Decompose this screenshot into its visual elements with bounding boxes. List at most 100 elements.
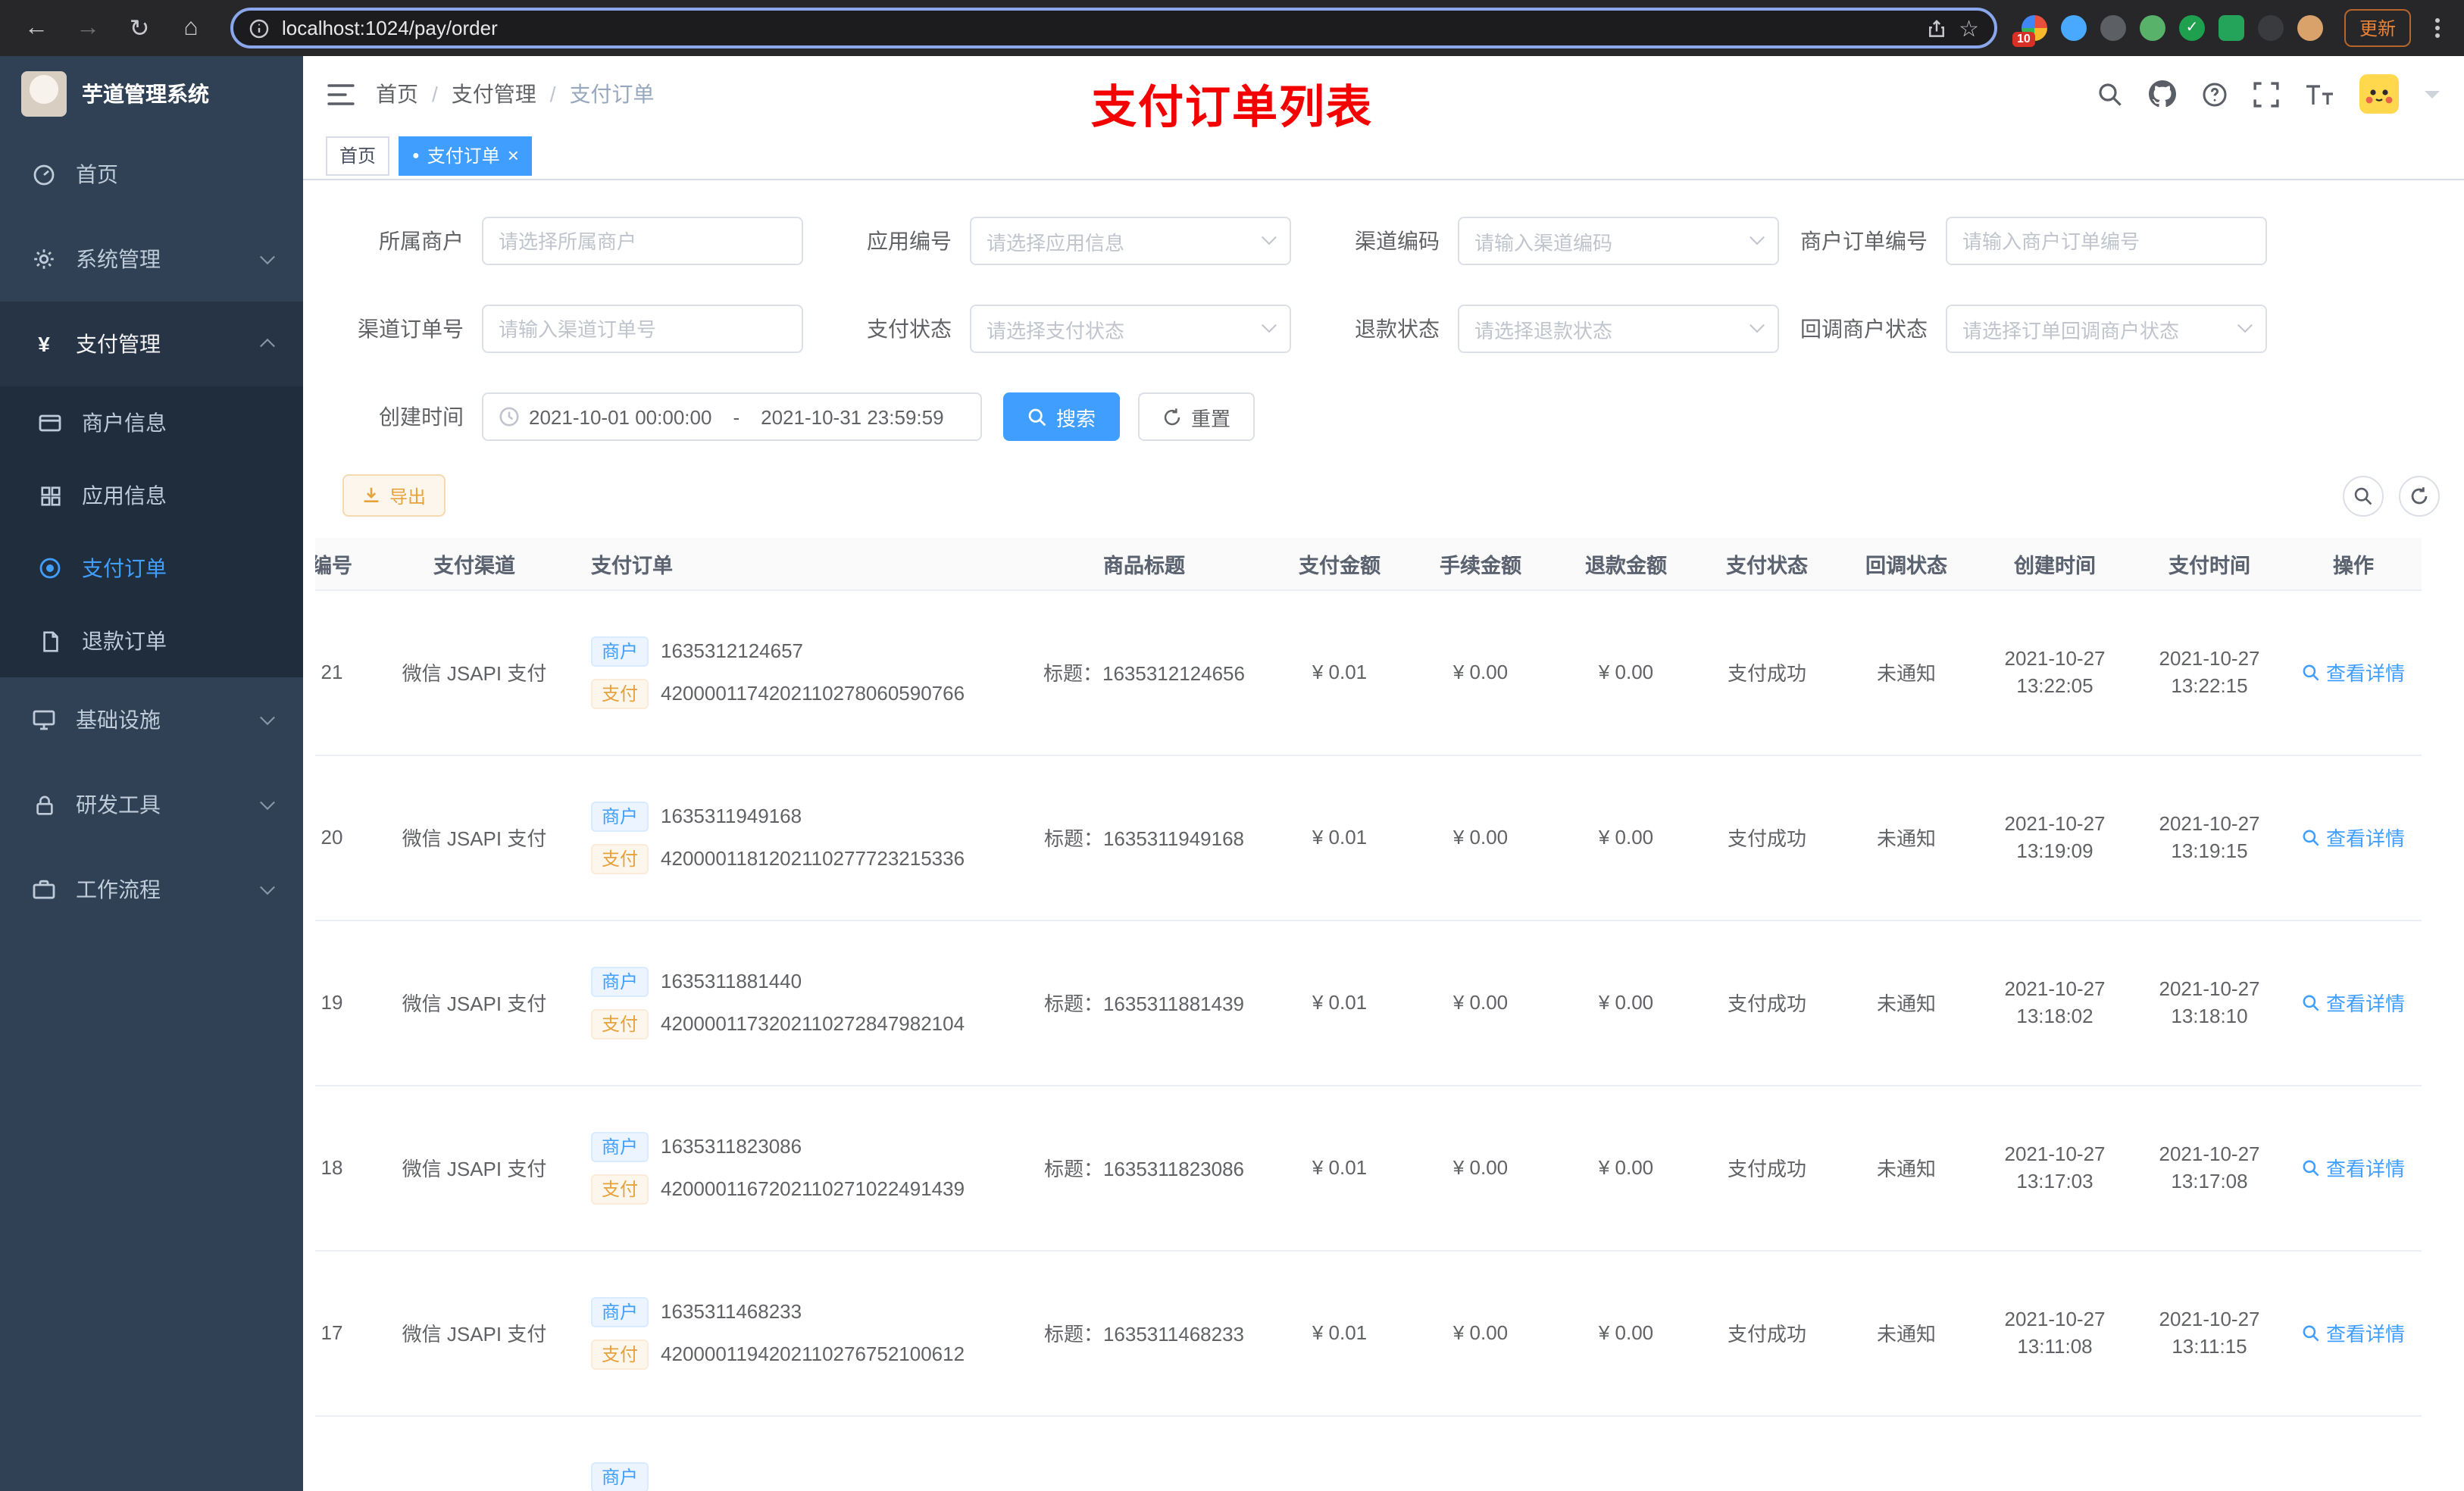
address-bar[interactable]: localhost:1024/pay/order ☆: [230, 8, 1997, 48]
sidebar-item-app-info[interactable]: 应用信息: [0, 459, 303, 532]
extension-drop-icon[interactable]: [2060, 15, 2087, 41]
pay-tag: 支付: [591, 1174, 649, 1204]
sidebar-item-home[interactable]: 首页: [0, 132, 303, 217]
sidebar-item-infrastructure[interactable]: 基础设施: [0, 677, 303, 762]
pay-tag: 支付: [591, 1339, 649, 1369]
extension-green-icon[interactable]: [2139, 15, 2165, 41]
sidebar-item-workflow[interactable]: 工作流程: [0, 847, 303, 932]
help-icon[interactable]: [2202, 81, 2228, 107]
active-dot-icon: ●: [412, 148, 420, 161]
view-detail-link[interactable]: 查看详情: [2302, 1318, 2405, 1347]
app-id-select[interactable]: 请选择应用信息: [970, 217, 1291, 265]
view-detail-link[interactable]: 查看详情: [2302, 658, 2405, 686]
search-icon[interactable]: [2097, 81, 2123, 107]
extension-gray-icon[interactable]: [2100, 15, 2126, 41]
table-row: 20 微信 JSAPI 支付 商户 1635311949168 支付 4200001…: [315, 755, 2422, 921]
view-detail-link[interactable]: 查看详情: [2302, 988, 2405, 1017]
breadcrumb: 首页 / 支付管理 / 支付订单: [376, 79, 655, 109]
extension-pin-icon[interactable]: [2257, 15, 2284, 41]
sidebar-item-pay-order[interactable]: 支付订单: [0, 532, 303, 605]
chevron-down-icon: [260, 710, 275, 726]
app-title: 芋道管理系统: [82, 82, 209, 106]
github-icon[interactable]: [2149, 80, 2176, 108]
fullscreen-icon[interactable]: [2253, 81, 2279, 107]
pay-state-select[interactable]: 请选择支付状态: [970, 305, 1291, 353]
chevron-down-icon: [260, 880, 275, 896]
owner-merchant-input[interactable]: [482, 217, 803, 265]
page-header: 首页 / 支付管理 / 支付订单 支付订单列表: [303, 56, 2464, 133]
page-content: 所属商户 应用编号 请选择应用信息 渠道编码 请输入渠道: [303, 180, 2464, 1491]
breadcrumb-current: 支付订单: [569, 82, 655, 106]
table-row: 17 微信 JSAPI 支付 商户 1635311468233 支付 4200001…: [315, 1250, 2422, 1416]
date-start: 2021-10-01 00:00:00: [529, 405, 712, 428]
channel-order-no-input[interactable]: [482, 305, 803, 353]
sidebar: 芋道管理系统 首页 系统管理 ¥ 支付管理 商户信息 应用信息 支付订单 退款订…: [0, 56, 303, 1491]
export-button[interactable]: 导出: [342, 474, 446, 517]
search-button[interactable]: 搜索: [1003, 392, 1121, 441]
refund-state-select[interactable]: 请选择退款状态: [1458, 305, 1779, 353]
create-time-range-picker[interactable]: 2021-10-01 00:00:00 - 2021-10-31 23:59:5…: [482, 392, 982, 441]
table-row: 21 微信 JSAPI 支付 商户 1635312124657 支付 4200001…: [315, 589, 2422, 755]
reload-icon[interactable]: ↻: [118, 7, 161, 49]
sidebar-item-refund-order[interactable]: 退款订单: [0, 605, 303, 677]
pay-tag: 支付: [591, 843, 649, 874]
sidebar-item-devtools[interactable]: 研发工具: [0, 762, 303, 847]
pay-submenu: 商户信息 应用信息 支付订单 退款订单: [0, 386, 303, 677]
merchant-order-no-label: 商户订单编号: [1800, 229, 1928, 253]
back-icon[interactable]: ←: [15, 7, 58, 49]
view-detail-link[interactable]: 查看详情: [2302, 823, 2405, 852]
date-end: 2021-10-31 23:59:59: [761, 405, 944, 428]
refund-state-label: 退款状态: [1355, 317, 1440, 341]
notify-state-select[interactable]: 请选择订单回调商户状态: [1946, 305, 2267, 353]
browser-menu-icon[interactable]: [2426, 18, 2449, 38]
app-logo[interactable]: 芋道管理系统: [0, 56, 303, 132]
merchant-tag: 商户: [591, 1296, 649, 1327]
extension-chat-icon[interactable]: [2218, 15, 2244, 41]
view-detail-link[interactable]: 查看详情: [2302, 1153, 2405, 1182]
dashboard-icon: [30, 162, 58, 186]
home-icon[interactable]: ⌂: [170, 7, 212, 49]
share-icon[interactable]: [1925, 17, 1946, 39]
sidebar-item-pay[interactable]: ¥ 支付管理: [0, 302, 303, 386]
notify-state-label: 回调商户状态: [1800, 317, 1928, 341]
user-avatar[interactable]: [2359, 74, 2399, 114]
extension-colorful-icon[interactable]: 10: [2012, 15, 2047, 47]
reset-button[interactable]: 重置: [1138, 392, 1255, 441]
yen-icon: ¥: [38, 332, 50, 356]
merchant-order-no-input[interactable]: [1946, 217, 2267, 265]
channel-code-label: 渠道编码: [1355, 229, 1440, 253]
tab-close-icon[interactable]: ×: [508, 145, 519, 165]
toggle-search-icon[interactable]: [2343, 475, 2384, 516]
chevron-up-icon: [260, 338, 275, 354]
pay-tag: 支付: [591, 678, 649, 708]
breadcrumb-pay[interactable]: 支付管理: [452, 79, 536, 109]
chevron-down-icon: [1750, 317, 1765, 333]
extension-check-icon[interactable]: ✓: [2178, 15, 2205, 41]
monitor-icon: [30, 708, 58, 732]
tab-pay-order[interactable]: ● 支付订单 ×: [399, 136, 533, 175]
extension-monkey-icon[interactable]: [2297, 15, 2323, 41]
browser-update-button[interactable]: 更新: [2344, 9, 2411, 47]
tab-home[interactable]: 首页: [326, 136, 390, 175]
site-info-icon[interactable]: [249, 17, 270, 39]
font-size-icon[interactable]: [2305, 83, 2334, 105]
sidebar-item-system[interactable]: 系统管理: [0, 217, 303, 302]
chevron-down-icon: [260, 249, 275, 265]
hamburger-icon[interactable]: [327, 83, 355, 105]
filter-form: 所属商户 应用编号 请选择应用信息 渠道编码 请输入渠道: [303, 180, 2464, 441]
avatar-caret-icon[interactable]: [2425, 90, 2440, 98]
url-text: localhost:1024/pay/order: [282, 17, 498, 39]
document-icon: [36, 630, 64, 652]
bookmark-star-icon[interactable]: ☆: [1959, 14, 1979, 42]
target-icon: [36, 556, 64, 580]
browser-chrome: ← → ↻ ⌂ localhost:1024/pay/order ☆ 10 ✓ …: [0, 0, 2464, 56]
channel-code-select[interactable]: 请输入渠道编码: [1458, 217, 1779, 265]
forward-icon[interactable]: →: [67, 7, 109, 49]
merchant-tag: 商户: [591, 636, 649, 666]
sidebar-item-merchant-info[interactable]: 商户信息: [0, 386, 303, 459]
refresh-table-icon[interactable]: [2399, 475, 2440, 516]
chevron-down-icon: [1262, 229, 1277, 245]
table-row-partial: 商户: [315, 1415, 2422, 1491]
breadcrumb-home[interactable]: 首页: [376, 79, 418, 109]
page-title: 支付订单列表: [1091, 83, 1373, 133]
